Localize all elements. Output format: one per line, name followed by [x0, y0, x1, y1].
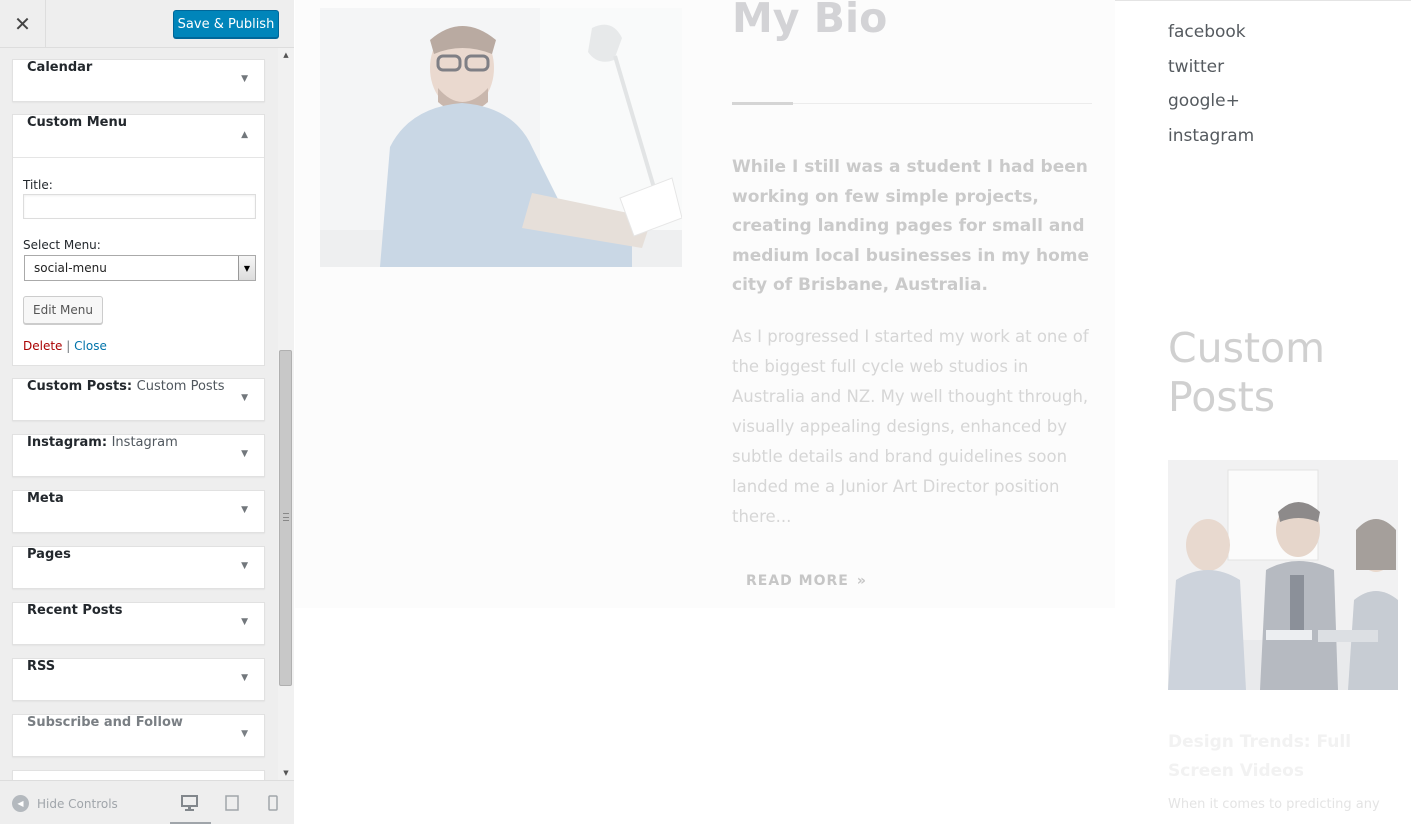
chevron-down-icon[interactable]: ▼ — [241, 74, 248, 84]
site-preview: My Bio While I still was a student I had… — [295, 0, 1411, 824]
widget-instance-title: Instagram — [111, 435, 178, 450]
close-link[interactable]: Close — [74, 339, 107, 353]
hide-controls-label: Hide Controls — [37, 796, 118, 811]
custom-post-title[interactable]: Design Trends: Full Screen Videos — [1168, 728, 1404, 786]
widget-title: Recent Posts — [27, 603, 123, 618]
widget-subscribe-follow[interactable]: Subscribe and Follow ▼ — [12, 714, 265, 757]
widget-instance-title: Custom Posts — [136, 379, 225, 394]
bio-divider-accent — [732, 102, 793, 105]
chevron-down-icon[interactable]: ▼ — [241, 561, 248, 571]
sidebar-scrollbar[interactable]: ▲ ▼ — [278, 48, 294, 780]
widget-instagram[interactable]: Instagram: Instagram ▼ — [12, 434, 265, 477]
customizer-footer: ◀ Hide Controls — [0, 780, 294, 824]
widget-title: Instagram: Instagram — [27, 435, 178, 450]
customizer-sidebar: ✕ Save & Publish Calendar ▼ Custom Menu … — [0, 0, 294, 824]
social-menu: facebook twitter google+ instagram — [1168, 22, 1254, 160]
save-publish-button[interactable]: Save & Publish — [173, 10, 279, 38]
bio-body-text: As I progressed I started my work at one… — [732, 327, 1089, 526]
widget-actions: Delete | Close — [23, 339, 107, 353]
widget-title: Custom Menu — [27, 115, 128, 130]
widget-type: Instagram: — [27, 435, 108, 450]
double-chevron-right-icon: » — [856, 573, 867, 589]
scroll-down-arrow-icon[interactable]: ▼ — [278, 766, 294, 780]
chevron-down-icon[interactable]: ▼ — [241, 505, 248, 515]
chevron-down-icon[interactable]: ▼ — [241, 393, 248, 403]
widget-meta[interactable]: Meta ▼ — [12, 490, 265, 533]
widget-custom-posts[interactable]: Custom Posts: Custom Posts ▼ — [12, 378, 265, 421]
hide-controls-button[interactable]: ◀ Hide Controls — [12, 795, 118, 812]
scrollbar-thumb[interactable] — [279, 350, 292, 686]
desktop-icon[interactable] — [180, 794, 200, 812]
tablet-icon[interactable] — [222, 794, 242, 812]
widget-title: RSS — [27, 659, 56, 674]
widget-partial[interactable] — [12, 770, 265, 780]
widget-title: Pages — [27, 547, 71, 562]
chevron-down-icon[interactable]: ▼ — [241, 673, 248, 683]
widget-custom-menu-header[interactable]: Custom Menu ▲ — [13, 115, 264, 158]
dropdown-arrow-icon[interactable]: ▼ — [238, 256, 255, 280]
custom-post-image[interactable] — [1168, 460, 1398, 690]
widget-custom-menu: Custom Menu ▲ Title: Select Menu: social… — [12, 114, 265, 366]
mobile-icon[interactable] — [263, 794, 283, 812]
widget-pages[interactable]: Pages ▼ — [12, 546, 265, 589]
menu-select-value: social-menu — [34, 261, 107, 275]
custom-posts-heading: Custom Posts — [1168, 324, 1326, 421]
read-more-label: READ MORE — [746, 573, 849, 589]
customizer-header: ✕ Save & Publish — [0, 0, 294, 48]
collapse-arrow-icon: ◀ — [12, 795, 29, 812]
chevron-down-icon[interactable]: ▼ — [241, 617, 248, 627]
chevron-down-icon[interactable]: ▼ — [241, 729, 248, 739]
widget-title: Custom Posts: Custom Posts — [27, 379, 225, 394]
widget-recent-posts[interactable]: Recent Posts ▼ — [12, 602, 265, 645]
bio-section: My Bio While I still was a student I had… — [295, 0, 1115, 608]
edit-menu-button[interactable]: Edit Menu — [23, 296, 103, 324]
social-link-instagram[interactable]: instagram — [1168, 126, 1254, 161]
bio-lead-text: While I still was a student I had been w… — [732, 157, 1090, 295]
widget-list: Calendar ▼ Custom Menu ▲ Title: Select M… — [0, 48, 278, 780]
chevron-up-icon[interactable]: ▲ — [241, 130, 248, 140]
action-separator: | — [66, 339, 71, 353]
delete-link[interactable]: Delete — [23, 339, 62, 353]
widget-calendar[interactable]: Calendar ▼ — [12, 59, 265, 102]
menu-select[interactable]: social-menu ▼ — [24, 255, 256, 281]
divider — [1065, 0, 1411, 1]
custom-post-excerpt: When it comes to predicting any — [1168, 797, 1380, 812]
read-more-link[interactable]: READ MORE » — [746, 573, 867, 589]
bio-photo — [320, 8, 683, 267]
title-label: Title: — [23, 178, 53, 192]
select-menu-label: Select Menu: — [23, 238, 101, 252]
scroll-up-arrow-icon[interactable]: ▲ — [278, 48, 294, 62]
title-field[interactable] — [23, 194, 256, 219]
social-link-google-plus[interactable]: google+ — [1168, 91, 1254, 126]
widget-title: Meta — [27, 491, 64, 506]
social-link-twitter[interactable]: twitter — [1168, 57, 1254, 92]
grip-icon — [283, 513, 289, 521]
social-link-facebook[interactable]: facebook — [1168, 22, 1254, 57]
widget-title: Subscribe and Follow — [27, 715, 183, 730]
widget-title: Calendar — [27, 60, 93, 75]
widget-type: Custom Posts: — [27, 379, 133, 394]
bio-title: My Bio — [732, 0, 888, 42]
close-icon[interactable]: ✕ — [0, 0, 46, 47]
widget-rss[interactable]: RSS ▼ — [12, 658, 265, 701]
chevron-down-icon[interactable]: ▼ — [241, 449, 248, 459]
